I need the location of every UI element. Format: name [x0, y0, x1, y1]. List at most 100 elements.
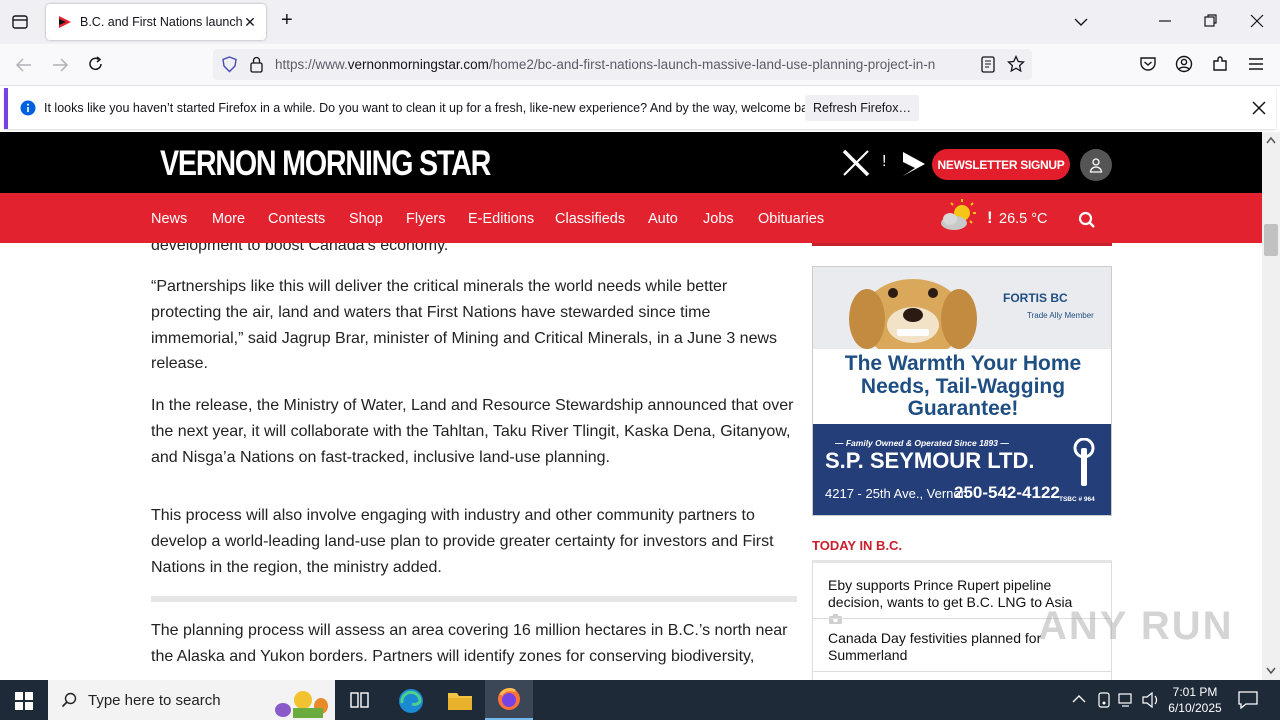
- advertisement[interactable]: FORTIS BC Trade Ally Member The Warmth Y…: [812, 266, 1112, 516]
- nav-obituaries[interactable]: Obituaries: [758, 211, 824, 227]
- user-icon: [1089, 158, 1103, 173]
- search-placeholder: Type here to search: [88, 691, 221, 709]
- nav-e-editions[interactable]: E-Editions: [468, 211, 534, 227]
- network-device-icon[interactable]: [1096, 692, 1112, 708]
- dog-photo-icon: [849, 279, 977, 349]
- forward-icon[interactable]: [51, 56, 69, 74]
- scrollbar-thumb[interactable]: [1264, 224, 1278, 256]
- ad-tagline: — Family Owned & Operated Since 1893 —: [835, 438, 1009, 448]
- nav-shop[interactable]: Shop: [349, 211, 383, 227]
- user-account-button[interactable]: [1080, 149, 1112, 181]
- reload-icon[interactable]: [87, 55, 105, 73]
- search-icon[interactable]: [1078, 211, 1096, 229]
- site-favicon-icon: [59, 16, 71, 28]
- nav-classifieds[interactable]: Classifieds: [555, 211, 625, 227]
- close-window-icon[interactable]: [1250, 14, 1264, 28]
- ad-photo: FORTIS BC Trade Ally Member: [813, 267, 1111, 349]
- nav-jobs[interactable]: Jobs: [703, 211, 734, 227]
- navigation-toolbar: https://www.vernonmorningstar.com/home2/…: [0, 44, 1280, 86]
- web-page: development to boost Canada’s economy. V…: [0, 132, 1262, 680]
- clock-date: 6/10/2025: [1168, 701, 1222, 715]
- temperature: 26.5 °C: [999, 211, 1048, 227]
- scroll-down-icon[interactable]: [1266, 667, 1276, 675]
- today-in-bc-heading[interactable]: TODAY IN B.C.: [812, 538, 902, 553]
- url-bar[interactable]: https://www.vernonmorningstar.com/home2/…: [213, 49, 1032, 80]
- reader-view-icon[interactable]: [980, 56, 996, 73]
- article-paragraph: This process will also involve engaging …: [151, 507, 774, 576]
- back-icon[interactable]: [15, 56, 33, 74]
- windows-taskbar: Type here to search 7:01 PM 6/10/2025: [0, 680, 1280, 720]
- notification-message: It looks like you haven’t started Firefo…: [44, 101, 825, 115]
- site-header: VERNON MORNING STAR ! NEWSLETTER SIGNUP: [0, 132, 1262, 193]
- flipp-icon[interactable]: [901, 150, 927, 178]
- taskbar-search-box[interactable]: Type here to search: [48, 680, 335, 720]
- nav-flyers[interactable]: Flyers: [406, 211, 445, 227]
- tab-list-icon[interactable]: [11, 13, 29, 31]
- close-notification-icon[interactable]: [1252, 101, 1266, 115]
- nav-auto[interactable]: Auto: [648, 211, 678, 227]
- close-tab-icon[interactable]: ✕: [242, 14, 258, 31]
- anyrun-watermark: ANY RUN: [1038, 604, 1234, 648]
- refresh-firefox-button[interactable]: Refresh Firefox…: [805, 95, 919, 121]
- show-hidden-icons-icon[interactable]: [1072, 694, 1086, 704]
- bookmark-star-icon[interactable]: [1007, 55, 1025, 73]
- list-item[interactable]: Canada Day festivities planned for Summe…: [828, 630, 1058, 664]
- windows-start-icon[interactable]: [15, 692, 33, 710]
- extensions-icon[interactable]: [1211, 55, 1229, 73]
- list-all-tabs-icon[interactable]: [1073, 14, 1089, 30]
- tab-title: B.C. and First Nations launch massive la…: [80, 15, 242, 29]
- restore-icon[interactable]: [1204, 14, 1218, 28]
- ad-brand: FORTIS BC: [1003, 291, 1068, 305]
- active-tab[interactable]: B.C. and First Nations launch massive la…: [46, 4, 266, 40]
- firefox-refresh-notification: It looks like you haven’t started Firefo…: [4, 88, 1276, 129]
- file-explorer-icon[interactable]: [447, 689, 473, 711]
- search-icon: [61, 692, 77, 708]
- network-icon[interactable]: [1118, 692, 1136, 708]
- minimize-icon[interactable]: [1158, 14, 1172, 28]
- menu-icon[interactable]: [1248, 56, 1264, 72]
- weather-sun-cloud-icon[interactable]: [938, 198, 982, 236]
- page-scrollbar[interactable]: [1262, 132, 1280, 680]
- pocket-icon[interactable]: [1139, 55, 1157, 73]
- new-tab-icon[interactable]: +: [281, 9, 293, 32]
- firefox-taskbar-button[interactable]: [485, 680, 533, 720]
- task-view-icon[interactable]: [350, 691, 370, 709]
- x-social-icon[interactable]: [842, 149, 870, 177]
- sidebar-top-rule: [812, 243, 1112, 246]
- wrench-logo-icon: [1073, 438, 1095, 486]
- ad-headline: The Warmth Your Home Needs, Tail-Wagging…: [844, 352, 1082, 420]
- notifications-icon[interactable]: [1238, 691, 1258, 709]
- tab-strip: B.C. and First Nations launch massive la…: [0, 0, 1280, 44]
- ad-brand-sub: Trade Ally Member: [1027, 311, 1094, 320]
- newsletter-signup-button[interactable]: NEWSLETTER SIGNUP: [932, 149, 1070, 180]
- scroll-up-icon[interactable]: [1266, 136, 1276, 144]
- account-icon[interactable]: [1175, 55, 1193, 73]
- nav-more[interactable]: More: [212, 211, 245, 227]
- tracking-protection-shield-icon[interactable]: [221, 56, 238, 73]
- ad-phone: 250-542-4122: [954, 483, 1060, 502]
- ad-license: TSBC # 964: [1059, 496, 1095, 503]
- info-icon: [20, 100, 36, 116]
- section-divider: [151, 596, 797, 602]
- separator-icon: !: [882, 153, 887, 170]
- edge-icon[interactable]: [398, 688, 424, 714]
- url-text[interactable]: https://www.vernonmorningstar.com/home2/…: [275, 57, 975, 72]
- site-logo[interactable]: VERNON MORNING STAR: [160, 144, 491, 184]
- main-navigation: News More Contests Shop Flyers E-Edition…: [0, 193, 1262, 243]
- camera-icon: [829, 614, 842, 624]
- nav-news[interactable]: News: [151, 211, 187, 227]
- clock-time: 7:01 PM: [1172, 685, 1218, 699]
- article-paragraph: In the release, the Ministry of Water, L…: [151, 397, 794, 466]
- volume-icon[interactable]: [1142, 692, 1160, 708]
- nav-contests[interactable]: Contests: [268, 211, 325, 227]
- article-paragraph: “Partnerships like this will deliver the…: [151, 278, 778, 373]
- ad-address: 4217 - 25th Ave., Vernon: [825, 486, 968, 501]
- ad-company: S.P. SEYMOUR LTD.: [825, 448, 1035, 473]
- lock-icon[interactable]: [249, 56, 264, 73]
- article-paragraph: The planning process will assess an area…: [151, 622, 788, 665]
- system-clock[interactable]: 7:01 PM 6/10/2025: [1162, 684, 1228, 716]
- list-divider: [813, 671, 1111, 672]
- firefox-icon: [498, 688, 520, 710]
- ad-footer: — Family Owned & Operated Since 1893 — S…: [813, 424, 1111, 515]
- flowers-decoration-icon: [275, 691, 328, 718]
